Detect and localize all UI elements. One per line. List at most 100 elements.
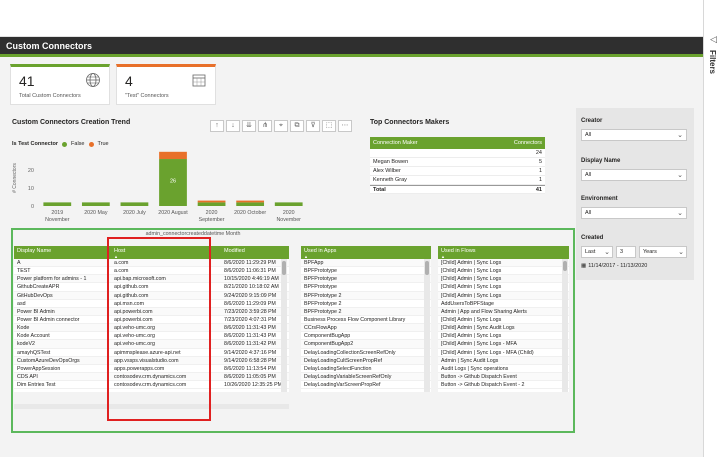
filters-pane[interactable]: ◁ Filters bbox=[703, 0, 725, 457]
trend-chart[interactable]: 01020# Connectors2019November2020 May 202… bbox=[8, 148, 358, 236]
x-tick-label: 2020 bbox=[206, 210, 218, 216]
created-mode-dropdown[interactable]: Last ⌄ bbox=[581, 246, 613, 258]
kpi-label: Total Custom Connectors bbox=[19, 93, 81, 99]
table-row[interactable]: Megan Bowen 5 bbox=[370, 158, 545, 167]
chevron-down-icon: ⌄ bbox=[678, 249, 684, 256]
drill-up-icon[interactable]: ↑ bbox=[210, 120, 224, 132]
table-row[interactable]: DelayLoadingCollectionScreenRefOnly bbox=[301, 349, 431, 357]
y-tick-label: 0 bbox=[31, 204, 34, 210]
table-row[interactable]: [Child] Admin | Sync Audit Logs bbox=[438, 324, 569, 333]
table-row[interactable]: Admin | Sync Audit Logs bbox=[438, 356, 569, 365]
created-unit: Years bbox=[643, 249, 657, 255]
col-count[interactable]: Connectors bbox=[514, 140, 542, 146]
kpi-test-connectors[interactable]: 4 "Test" Connectors bbox=[116, 64, 216, 105]
table-row[interactable]: AddUsersToBPFStage bbox=[438, 300, 569, 308]
table-row[interactable]: [Child] Admin | Sync Logs - MFA bbox=[438, 340, 569, 349]
created-unit-dropdown[interactable]: Years ⌄ bbox=[639, 246, 687, 258]
table-row[interactable]: [Child] Admin | Sync Logs bbox=[438, 291, 569, 300]
table-row[interactable]: BPFPrototype 2 bbox=[301, 300, 431, 308]
col-used-in-flows[interactable]: Used in Flows ▲ bbox=[438, 246, 561, 259]
hierarchy-icon[interactable]: ⋔ bbox=[258, 120, 272, 132]
list-cell: Audit Logs | Sync operations bbox=[441, 365, 509, 372]
more-options-icon[interactable]: ⋯ bbox=[338, 120, 352, 132]
table-row[interactable]: BPFPrototype bbox=[301, 283, 431, 292]
pin-icon[interactable]: ⌖ bbox=[274, 120, 288, 132]
kpi-value: 4 bbox=[125, 73, 133, 89]
table-row[interactable]: ComponentBugApp2 bbox=[301, 340, 431, 349]
connectors-scrollbar[interactable] bbox=[281, 259, 287, 392]
table-row[interactable]: Business Process Flow Component Library bbox=[301, 316, 431, 325]
table-row[interactable]: DelayLoadingCultScreenPropRef bbox=[301, 356, 431, 365]
table-row[interactable]: [Child] Admin | Sync Logs - MFA (Child) bbox=[438, 349, 569, 357]
table-row[interactable]: Kenneth Gray 1 bbox=[370, 176, 545, 185]
kpi-total-connectors[interactable]: 41 Total Custom Connectors bbox=[10, 64, 110, 105]
environment-dropdown[interactable]: All ⌄ bbox=[581, 207, 687, 219]
table-row[interactable]: BPFPrototype bbox=[301, 275, 431, 284]
table-row[interactable]: DelayLoadingSelectFunction bbox=[301, 365, 431, 373]
creator-dropdown[interactable]: All ⌄ bbox=[581, 129, 687, 141]
bar-false bbox=[236, 202, 265, 206]
filter-icon[interactable]: ⊽ bbox=[306, 120, 320, 132]
table-row[interactable]: DelayLoadingVarScreenPropRef bbox=[301, 381, 431, 390]
table-row[interactable]: [Child] Admin | Sync Logs bbox=[438, 267, 569, 276]
list-cell: BPFPrototype bbox=[304, 284, 337, 291]
cell-modified: 7/23/2020 4:07:31 PM bbox=[224, 316, 277, 323]
expand-down-icon[interactable]: ⇊ bbox=[242, 120, 256, 132]
col-display-name[interactable]: Display Name bbox=[14, 246, 111, 259]
created-number-input[interactable]: 3 bbox=[616, 246, 636, 258]
table-row[interactable]: Button -> Github Dispatch Event bbox=[438, 372, 569, 382]
filters-label[interactable]: Filters bbox=[708, 50, 717, 74]
list-cell: DelayLoadingVarScreenPropRef bbox=[304, 382, 381, 389]
table-row[interactable]: Button -> Github Dispatch Event - 2 bbox=[438, 381, 569, 390]
apps-scrollbar[interactable] bbox=[424, 259, 430, 392]
list-cell: ComponentBugApp bbox=[304, 333, 351, 340]
legend-true-label[interactable]: True bbox=[98, 141, 109, 147]
scroll-thumb[interactable] bbox=[425, 261, 429, 275]
bar-false bbox=[197, 202, 226, 206]
table-row[interactable]: CCrsFlowApp bbox=[301, 324, 431, 333]
col-maker[interactable]: Connection Maker bbox=[373, 140, 418, 146]
table-row[interactable]: Admin | App and Flow Sharing Alerts bbox=[438, 307, 569, 316]
table-row[interactable]: [Child] Admin | Sync Logs bbox=[438, 259, 569, 268]
scroll-thumb[interactable] bbox=[563, 261, 567, 271]
table-row[interactable]: [Child] Admin | Sync Logs bbox=[438, 332, 569, 341]
focus-mode-icon[interactable]: ⬚ bbox=[322, 120, 336, 132]
col-used-in-apps[interactable]: Used in Apps ▲ bbox=[301, 246, 423, 259]
table-row[interactable]: [Child] Admin | Sync Logs bbox=[438, 275, 569, 284]
cell-modified: 8/6/2020 11:31:42 PM bbox=[224, 341, 276, 348]
table-row[interactable]: BPFApp bbox=[301, 259, 431, 268]
cell-display-name: CDS API bbox=[17, 373, 38, 380]
table-row[interactable]: BPFPrototype bbox=[301, 267, 431, 276]
cell-display-name: Kode bbox=[17, 325, 30, 332]
chevron-left-icon[interactable]: ◁ bbox=[710, 34, 717, 45]
display-value: All bbox=[585, 172, 592, 178]
date-range-text: 11/14/2017 - 11/13/2020 bbox=[588, 263, 648, 269]
table-row[interactable]: BPFPrototype 2 bbox=[301, 307, 431, 316]
table-row[interactable]: ComponentBugApp bbox=[301, 332, 431, 341]
cell-display-name: Power platform for admins - 1 bbox=[17, 276, 87, 283]
list-cell: [Child] Admin | Sync Logs bbox=[441, 268, 502, 275]
table-row[interactable]: Audit Logs | Sync operations bbox=[438, 365, 569, 373]
page-title: Custom Connectors bbox=[6, 41, 93, 51]
cell-modified: 8/6/2020 11:29:29 PM bbox=[224, 260, 276, 266]
table-total-row: Total 41 bbox=[370, 185, 545, 194]
table-row[interactable]: Alex Wilber 1 bbox=[370, 167, 545, 176]
scroll-thumb[interactable] bbox=[282, 261, 286, 275]
drill-down-icon[interactable]: ↓ bbox=[226, 120, 240, 132]
display-name-dropdown[interactable]: All ⌄ bbox=[581, 169, 687, 181]
list-cell: BPFPrototype bbox=[304, 276, 337, 283]
table-row[interactable]: 24 bbox=[370, 149, 545, 158]
makers-table-header[interactable]: Connection Maker Connectors bbox=[370, 137, 545, 149]
apps-table: Used in Apps ▲ BPFApp BPFPrototype BPFProto… bbox=[301, 246, 431, 392]
list-cell: [Child] Admin | Sync Logs - MFA bbox=[441, 341, 517, 348]
table-row[interactable]: [Child] Admin | Sync Logs bbox=[438, 316, 569, 325]
list-cell: ComponentBugApp2 bbox=[304, 341, 354, 348]
flows-scrollbar[interactable] bbox=[562, 259, 568, 392]
copy-icon[interactable]: ⧉ bbox=[290, 120, 304, 132]
bar-true bbox=[159, 151, 187, 160]
table-row[interactable]: DelayLoadingVariableScreenRefOnly bbox=[301, 372, 431, 382]
legend-false-label[interactable]: False bbox=[71, 141, 84, 147]
table-row[interactable]: BPFPrototype 2 bbox=[301, 291, 431, 300]
col-modified[interactable]: Modified bbox=[221, 246, 283, 259]
table-row[interactable]: [Child] Admin | Sync Logs bbox=[438, 283, 569, 292]
